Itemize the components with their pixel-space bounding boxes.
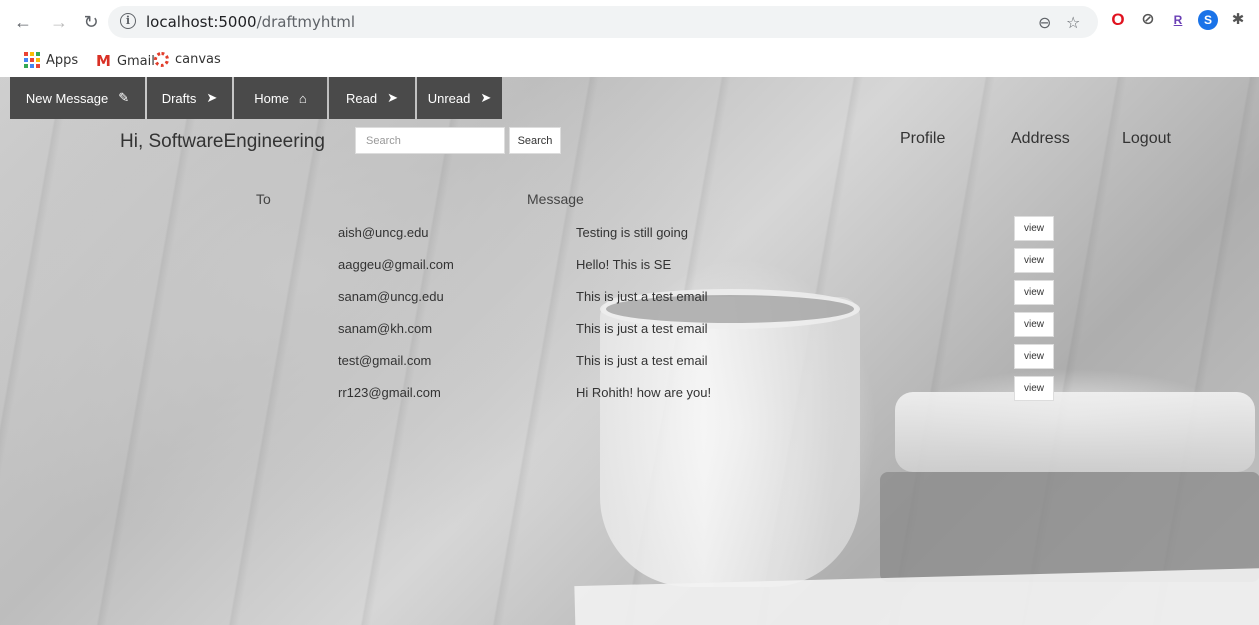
nav-home[interactable]: Home ⌂ (234, 77, 327, 119)
nav-new-message[interactable]: New Message ✎ (10, 77, 145, 119)
nav-label: Drafts (161, 90, 197, 106)
gmail-icon: M (96, 52, 111, 70)
bookmark-apps[interactable]: Apps (24, 52, 78, 68)
search-button[interactable]: Search (509, 127, 561, 154)
row-recipient: aish@uncg.edu (338, 225, 429, 240)
greeting-title: Hi, SoftwareEngineering (120, 131, 325, 152)
bookmark-label: canvas (175, 52, 221, 67)
view-button[interactable]: view (1014, 376, 1054, 401)
nav-read[interactable]: Read ➤ (329, 77, 415, 119)
nav-label: Read (346, 90, 378, 106)
address-link[interactable]: Address (1011, 130, 1070, 148)
row-message: This is just a test email (576, 321, 708, 336)
send-icon: ➤ (387, 90, 398, 105)
view-button[interactable]: view (1014, 312, 1054, 337)
address-bar-row: ← → ↻ i localhost:5000/draftmyhtml ⊖ ☆ O… (0, 0, 1259, 46)
extensions-puzzle-icon[interactable]: ✱ (1228, 10, 1248, 30)
s-extension-icon[interactable]: S (1198, 10, 1218, 30)
canvas-icon (154, 52, 169, 67)
notebook-image (880, 472, 1259, 582)
row-recipient: test@gmail.com (338, 353, 432, 368)
row-recipient: sanam@uncg.edu (338, 289, 444, 304)
row-message: This is just a test email (576, 289, 708, 304)
row-message: This is just a test email (576, 353, 708, 368)
zoom-icon[interactable]: ⊖ (1038, 13, 1051, 33)
column-header-to: To (256, 191, 271, 207)
row-recipient: rr123@gmail.com (338, 385, 441, 400)
phone-image (895, 392, 1255, 472)
nav-label: Unread (427, 90, 471, 106)
view-button[interactable]: view (1014, 248, 1054, 273)
column-header-message: Message (527, 191, 584, 207)
search-input[interactable] (355, 127, 505, 154)
nav-label: New Message (25, 90, 109, 106)
omnibox[interactable]: i localhost:5000/draftmyhtml ⊖ ☆ (108, 6, 1098, 38)
nav-label: Home (254, 90, 289, 106)
home-icon: ⌂ (298, 90, 307, 106)
profile-link[interactable]: Profile (900, 130, 945, 148)
bookmark-star-icon[interactable]: ☆ (1066, 13, 1080, 33)
bookmarks-bar: Apps M Gmail canvas (0, 46, 1259, 77)
main-nav: New Message ✎ Drafts ➤ Home ⌂ Read ➤ Unr… (10, 77, 504, 119)
send-icon: ➤ (206, 90, 218, 105)
apps-grid-icon (24, 52, 40, 68)
view-button[interactable]: view (1014, 280, 1054, 305)
view-button[interactable]: view (1014, 216, 1054, 241)
r-extension-icon[interactable]: R (1168, 10, 1188, 30)
bookmark-canvas[interactable]: canvas (154, 52, 221, 67)
view-button[interactable]: view (1014, 344, 1054, 369)
send-icon: ➤ (480, 90, 492, 105)
page-background: New Message ✎ Drafts ➤ Home ⌂ Read ➤ Unr… (0, 77, 1259, 625)
row-recipient: sanam@kh.com (338, 321, 433, 336)
bookmark-gmail[interactable]: M Gmail (96, 52, 155, 70)
forward-arrow-icon[interactable]: → (48, 11, 70, 33)
bookmark-label: Gmail (116, 53, 155, 69)
browser-chrome: ← → ↻ i localhost:5000/draftmyhtml ⊖ ☆ O… (0, 0, 1259, 77)
back-arrow-icon[interactable]: ← (12, 11, 34, 33)
info-icon[interactable]: i (120, 13, 136, 29)
logout-link[interactable]: Logout (1122, 130, 1171, 148)
nav-unread[interactable]: Unread ➤ (417, 77, 502, 119)
row-message: Testing is still going (576, 225, 688, 240)
url-host: localhost:5000 (146, 13, 257, 31)
coffee-cup-image (600, 297, 860, 587)
opera-extension-icon[interactable]: O (1108, 10, 1128, 30)
row-recipient: aaggeu@gmail.com (338, 257, 454, 272)
pencil-icon: ✎ (118, 90, 130, 105)
url-path: /draftmyhtml (256, 13, 356, 31)
reload-icon[interactable]: ↻ (80, 11, 102, 33)
block-extension-icon[interactable]: ⊘ (1138, 10, 1158, 30)
nav-drafts[interactable]: Drafts ➤ (147, 77, 232, 119)
bookmark-label: Apps (46, 52, 79, 68)
row-message: Hi Rohith! how are you! (576, 385, 712, 400)
row-message: Hello! This is SE (576, 257, 672, 272)
url-text[interactable]: localhost:5000/draftmyhtml (146, 13, 355, 31)
